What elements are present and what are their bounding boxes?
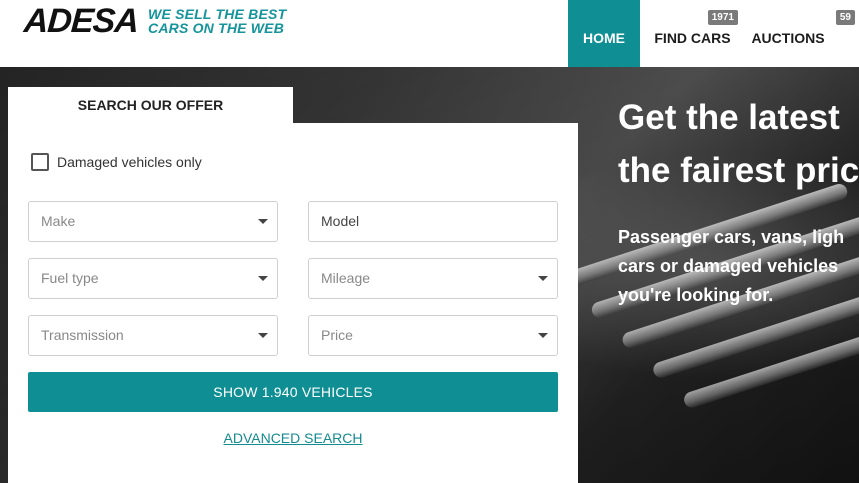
adesa-logo[interactable]: ADESA WE SELL THE BEST CARS ON THE WEB	[22, 2, 286, 40]
caret-down-icon	[258, 219, 268, 224]
price-value: Price	[321, 327, 353, 343]
model-field[interactable]: Model	[308, 201, 558, 242]
damaged-vehicles-checkbox[interactable]	[31, 153, 49, 171]
nav-home-label: HOME	[583, 29, 625, 46]
hero-sub-line3: you're looking for.	[618, 285, 774, 305]
tagline-line2: CARS ON THE WEB	[148, 20, 285, 36]
mileage-value: Mileage	[321, 270, 371, 286]
caret-down-icon	[258, 276, 268, 281]
damaged-vehicles-option[interactable]: Damaged vehicles only	[31, 153, 202, 171]
hero-title: Get the latest the fairest pric	[618, 91, 859, 197]
logo-tagline: WE SELL THE BEST CARS ON THE WEB	[148, 7, 286, 35]
model-field-value: Model	[321, 213, 360, 229]
damaged-vehicles-label: Damaged vehicles only	[57, 154, 202, 170]
fuel-type-select[interactable]: Fuel type	[28, 258, 278, 299]
advanced-search-link: ADVANCED SEARCH	[8, 430, 578, 446]
transmission-select[interactable]: Transmission	[28, 315, 278, 356]
nav-auctions[interactable]: 59 AUCTIONS	[745, 0, 859, 67]
hero-title-line2: the fairest pric	[618, 151, 859, 190]
search-panel: Damaged vehicles only Make Model Fuel ty…	[8, 123, 578, 483]
price-select[interactable]: Price	[308, 315, 558, 356]
hero-sub-line2: cars or damaged vehicles	[618, 256, 839, 276]
caret-down-icon	[538, 333, 548, 338]
main-nav: HOME 1971 FIND CARS 59 AUCTIONS	[568, 0, 859, 67]
auctions-count-badge: 59	[835, 10, 855, 25]
advanced-search-link-text[interactable]: ADVANCED SEARCH	[224, 430, 363, 446]
hero-title-line1: Get the latest	[618, 98, 840, 137]
nav-find-cars-label: FIND CARS	[654, 29, 731, 46]
make-select-value: Make	[41, 213, 76, 229]
nav-auctions-label: AUCTIONS	[751, 29, 825, 46]
hero-subtitle: Passenger cars, vans, ligh cars or damag…	[618, 223, 859, 310]
nav-find-cars[interactable]: 1971 FIND CARS	[640, 0, 745, 67]
nav-home[interactable]: HOME	[568, 0, 640, 67]
mileage-select[interactable]: Mileage	[308, 258, 558, 299]
caret-down-icon	[258, 333, 268, 338]
car-grille-image	[537, 172, 859, 461]
caret-down-icon	[538, 276, 548, 281]
tagline-line1: WE SELL THE BEST	[148, 6, 287, 22]
make-select[interactable]: Make	[28, 201, 278, 242]
site-header: ADESA WE SELL THE BEST CARS ON THE WEB H…	[0, 0, 859, 67]
hero-sub-line1: Passenger cars, vans, ligh	[618, 227, 845, 247]
find-cars-count-badge: 1971	[707, 10, 738, 25]
transmission-value: Transmission	[41, 327, 124, 343]
logo-wordmark: ADESA	[22, 2, 140, 40]
show-vehicles-button[interactable]: SHOW 1.940 VEHICLES	[28, 372, 558, 412]
fuel-type-value: Fuel type	[41, 270, 99, 286]
search-offer-tab[interactable]: SEARCH OUR OFFER	[8, 87, 293, 124]
